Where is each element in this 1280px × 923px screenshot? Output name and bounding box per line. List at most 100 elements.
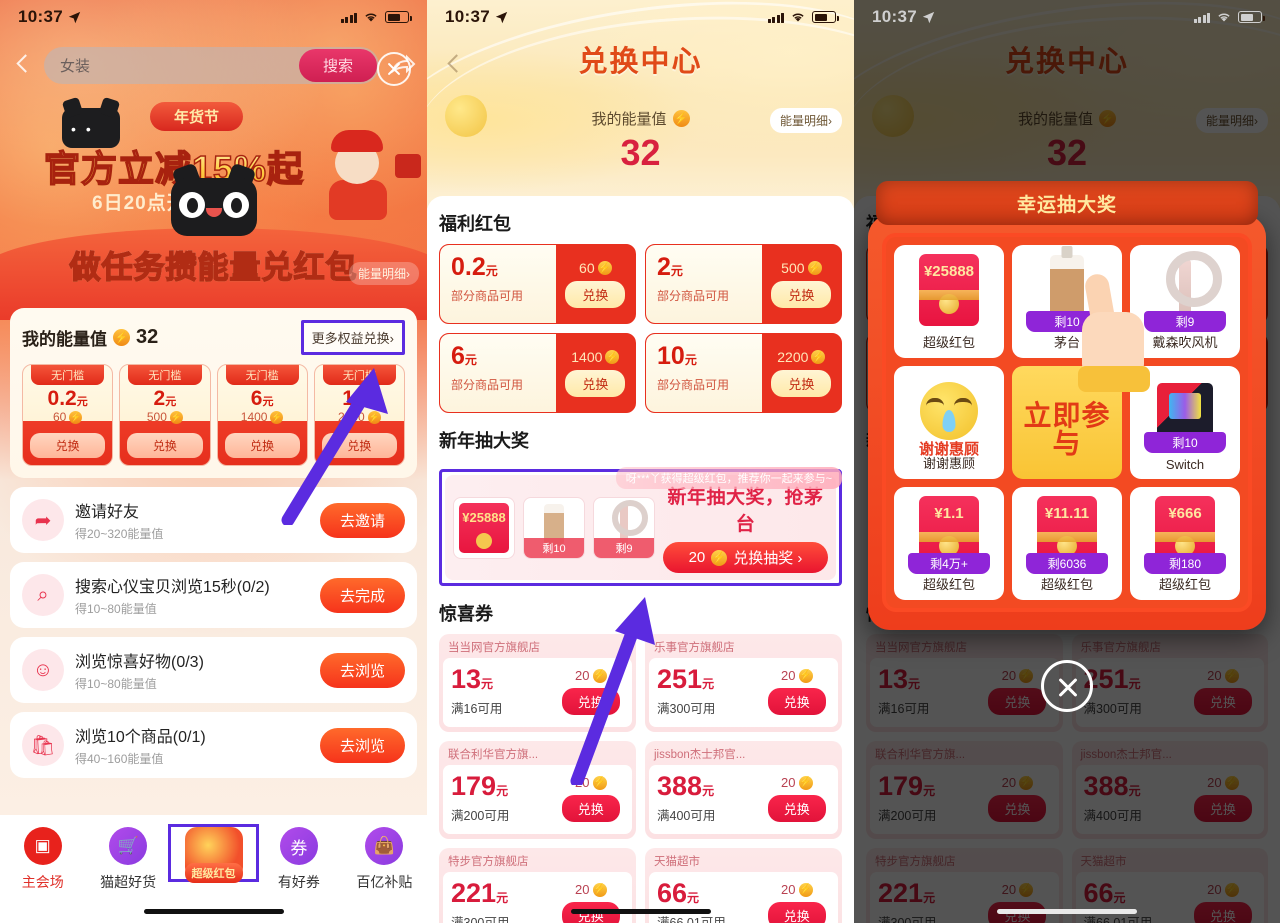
redpacket-card[interactable]: 6元 部分商品可用 1400 ⚡ 兑换 xyxy=(439,333,636,413)
page-title: 兑换中心 xyxy=(578,46,703,78)
voucher-card[interactable]: 无门槛 0.2元 60 ⚡ 兑换 xyxy=(22,364,114,467)
redeem-button[interactable]: 兑换 xyxy=(771,370,832,397)
coupon-icon: 券 xyxy=(279,827,318,865)
redpacket-amount: 2元 xyxy=(657,253,683,281)
home-icon: ▣ xyxy=(23,827,62,865)
bolt-icon: ⚡ xyxy=(113,329,130,346)
tab-subsidy[interactable]: 👜 百亿补贴 xyxy=(342,827,427,892)
banner-pill: 年货节 xyxy=(150,102,244,131)
bolt-icon: ⚡ xyxy=(169,410,183,424)
redpacket-card[interactable]: 2元 部分商品可用 500 ⚡ 兑换 xyxy=(645,244,842,324)
tab-maochao[interactable]: 🛒 猫超好货 xyxy=(85,827,170,892)
redeem-button[interactable]: 兑换 xyxy=(565,281,626,308)
signal-icon xyxy=(340,12,357,23)
bolt-icon: ⚡ xyxy=(811,350,826,364)
lottery-cell-redpacket-3[interactable]: ¥666 剩180 超级红包 xyxy=(1130,487,1240,600)
task-title: 搜索心仪宝贝浏览15秒(0/2) xyxy=(75,579,270,597)
coupon-points: 20⚡ xyxy=(781,882,813,897)
lottery-cell-redpacket-1[interactable]: ¥1.1 剩4万+ 超级红包 xyxy=(894,487,1004,600)
coupon-redeem-button[interactable]: 兑换 xyxy=(767,688,826,715)
task-title: 浏览惊喜好物(0/3) xyxy=(75,654,204,672)
exchange-body[interactable]: 福利红包 0.2元 部分商品可用 60 ⚡ 兑换 2元 部分商品可用 500 ⚡… xyxy=(427,196,854,923)
redpacket-points: 2200 ⚡ xyxy=(777,349,826,365)
status-time-text: 10:37 xyxy=(18,7,63,26)
coupon-points: 20⚡ xyxy=(781,668,813,683)
status-time: 10:37 xyxy=(18,7,81,27)
location-arrow-icon xyxy=(68,11,81,23)
coupon-redeem-button[interactable]: 兑换 xyxy=(561,795,620,822)
home-indicator xyxy=(570,909,711,914)
energy-detail-button[interactable]: 能量明细› xyxy=(770,108,842,133)
close-modal-button[interactable] xyxy=(1041,660,1093,712)
coupon-card[interactable]: 乐事官方旗舰店 251元 满300可用 20 ⚡ 兑换 xyxy=(645,634,842,732)
coupon-amount: 221元 xyxy=(451,878,509,908)
big-cat-face-icon xyxy=(170,162,257,236)
home-indicator xyxy=(997,909,1137,914)
energy-label: 我的能量值 xyxy=(591,111,667,128)
coupon-card[interactable]: jissbon杰士邦官... 388元 满400可用 20 ⚡ 兑换 xyxy=(645,741,842,839)
redpacket-icon: 超级红包 xyxy=(184,827,243,883)
banner-close-icon[interactable] xyxy=(377,52,411,86)
cell-amount: ¥666 xyxy=(1168,505,1202,522)
search-keyword: 女装 xyxy=(60,57,91,75)
energy-label-group: 我的能量值 ⚡ 32 xyxy=(22,325,158,350)
lottery-cell-super-redpacket[interactable]: ¥25888 超级红包 xyxy=(894,245,1004,358)
cell-amount: ¥25888 xyxy=(923,263,975,280)
coupon-amount: 179元 xyxy=(451,771,509,801)
task-row[interactable]: 🛍 浏览10个商品(0/1) 得40~160能量值 去浏览 xyxy=(10,712,417,779)
task-row[interactable]: ☺ 浏览惊喜好物(0/3) 得10~80能量值 去浏览 xyxy=(10,637,417,704)
coupon-condition: 满300可用 xyxy=(451,916,510,923)
redpacket-points: 500 ⚡ xyxy=(781,260,822,276)
lottery-redeem-button[interactable]: 20 ⚡ 兑换抽奖 › xyxy=(663,542,828,573)
coupon-amount: 13元 xyxy=(451,664,494,694)
task-action-button[interactable]: 去完成 xyxy=(319,577,405,613)
bag-icon: 👜 xyxy=(365,827,404,865)
redpacket-card[interactable]: 0.2元 部分商品可用 60 ⚡ 兑换 xyxy=(439,244,636,324)
prize-remaining: 剩10 xyxy=(524,537,584,558)
task-row[interactable]: ⌕ 搜索心仪宝贝浏览15秒(0/2) 得10~80能量值 去完成 xyxy=(10,562,417,629)
voucher-redeem-button[interactable]: 兑换 xyxy=(30,433,106,459)
task-action-button[interactable]: 去浏览 xyxy=(319,652,405,688)
battery-icon xyxy=(385,11,412,23)
redpacket-desc: 部分商品可用 xyxy=(451,289,524,303)
lottery-cell-thanks[interactable]: 谢谢惠顾 谢谢惠顾 xyxy=(894,366,1004,479)
coupon-condition: 满200可用 xyxy=(451,809,510,823)
battery-icon xyxy=(1238,11,1265,23)
back-icon[interactable] xyxy=(10,52,36,78)
redeem-button[interactable]: 兑换 xyxy=(771,281,832,308)
redpacket-info: 0.2元 部分商品可用 xyxy=(440,245,556,323)
lottery-banner[interactable]: ¥25888 剩10 剩9 新年抽大奖，抢茅台 20 ⚡ 兑换抽奖 › xyxy=(445,475,836,580)
redpacket-art-icon: ¥25888 xyxy=(894,251,1004,329)
status-indicators xyxy=(340,11,412,23)
redpacket-points: 60 ⚡ xyxy=(579,260,612,276)
bolt-icon: ⚡ xyxy=(672,110,690,127)
cell-remaining: 剩6036 xyxy=(1026,553,1108,574)
coupon-condition: 满400可用 xyxy=(657,809,716,823)
voucher-card[interactable]: 无门槛 2元 500 ⚡ 兑换 xyxy=(119,364,211,467)
panel-exchange-center: 10:37 兑换中心 我的能量值 ⚡ 能量明细› 32 福利红包 0.2元 部分… xyxy=(427,0,854,923)
search-button[interactable]: 搜索 xyxy=(299,48,377,82)
redeem-button[interactable]: 兑换 xyxy=(565,370,626,397)
task-action-button[interactable]: 去浏览 xyxy=(319,727,405,763)
tab-label: 有好券 xyxy=(277,874,320,890)
tab-main-venue[interactable]: ▣ 主会场 xyxy=(0,827,85,892)
coupon-shop: 天猫超市 xyxy=(654,856,700,868)
coupon-points: 20⚡ xyxy=(781,775,813,790)
lottery-cell-redpacket-2[interactable]: ¥11.11 剩6036 超级红包 xyxy=(1012,487,1122,600)
search-input[interactable]: 女装 搜索 xyxy=(44,46,379,84)
shopping-bag-icon: 🛍 xyxy=(22,724,64,767)
lottery-cost: 20 xyxy=(688,549,706,566)
bolt-icon: ⚡ xyxy=(798,775,813,790)
status-bar-2: 10:37 xyxy=(427,0,854,34)
coupon-redeem-button[interactable]: 兑换 xyxy=(767,795,826,822)
energy-detail-button[interactable]: 能量明细› xyxy=(349,262,419,285)
redpacket-card[interactable]: 10元 部分商品可用 2200 ⚡ 兑换 xyxy=(645,333,842,413)
coupon-redeem-button[interactable]: 兑换 xyxy=(767,902,826,923)
tab-super-redpacket[interactable]: 超级红包 xyxy=(167,824,260,883)
tab-coupons[interactable]: 券 有好券 xyxy=(256,827,341,892)
cell-remaining: 剩180 xyxy=(1144,553,1226,574)
coupon-amount: 66元 xyxy=(657,878,700,908)
voucher-redeem-button[interactable]: 兑换 xyxy=(127,433,203,459)
cell-overlay-text: 谢谢惠顾 xyxy=(918,441,979,458)
energy-label: 我的能量值 xyxy=(22,330,107,349)
